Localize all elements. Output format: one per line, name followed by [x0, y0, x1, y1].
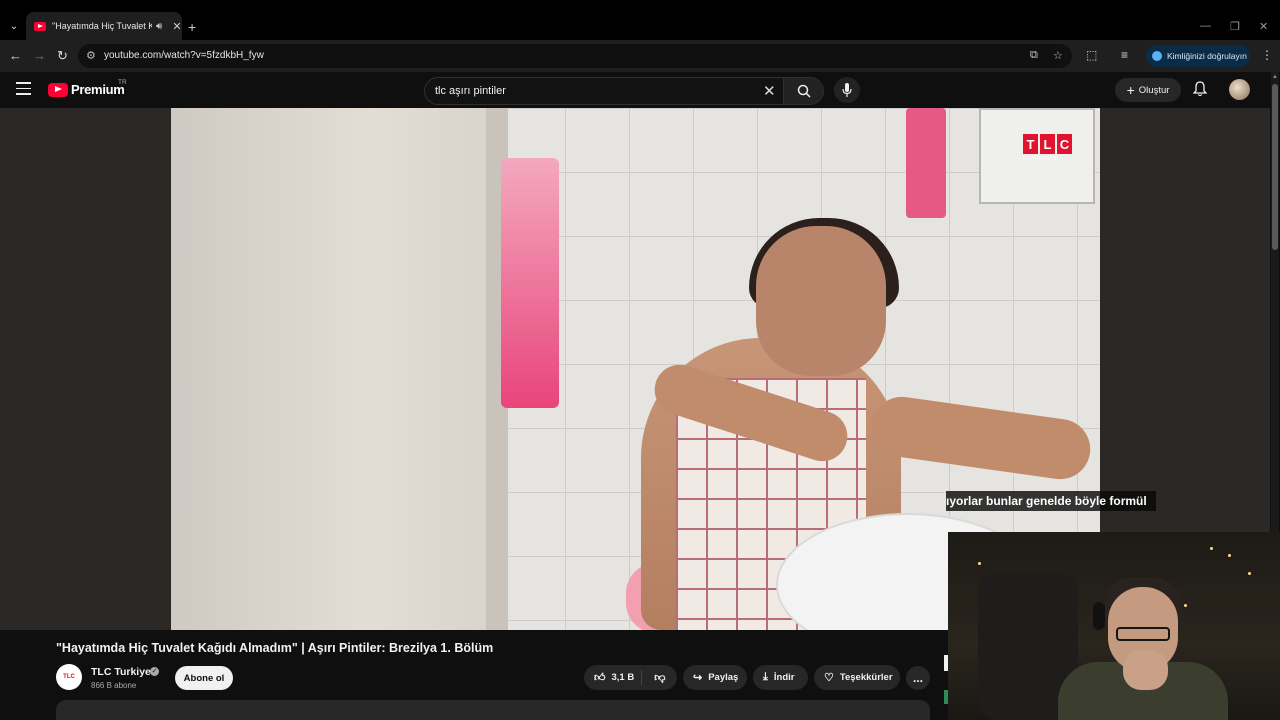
- profile-dot-icon: [1152, 51, 1162, 61]
- channel-name[interactable]: TLC Turkiye: [91, 666, 151, 678]
- side-element-edge: [944, 690, 948, 704]
- clear-search-icon[interactable]: ✕: [763, 82, 776, 100]
- plus-icon: +: [1126, 82, 1135, 98]
- scrollbar-thumb[interactable]: [1272, 84, 1278, 250]
- logo-text: Premium: [71, 82, 125, 97]
- tab-search-chevron-icon[interactable]: ⌄: [6, 18, 22, 34]
- youtube-play-logo-icon: [48, 82, 68, 97]
- subscriber-count: 866 B abone: [91, 681, 137, 690]
- webcam-headset: [1093, 602, 1105, 630]
- youtube-premium-logo[interactable]: Premium TR: [48, 79, 127, 97]
- youtube-favicon-icon: [34, 21, 46, 31]
- like-separator: [641, 670, 642, 685]
- webcam-hands: [1123, 650, 1168, 690]
- thanks-label: Teşekkürler: [839, 672, 893, 683]
- restore-icon[interactable]: ❐: [1230, 20, 1240, 33]
- download-button[interactable]: ⤓ İndir: [753, 665, 808, 690]
- scene-face: [756, 226, 886, 376]
- scene-towel-small: [906, 108, 946, 218]
- verified-check-icon: ✓: [150, 667, 159, 676]
- voice-search-button[interactable]: [834, 77, 860, 103]
- share-button[interactable]: ↪ Paylaş: [683, 665, 747, 690]
- media-control-icon[interactable]: ≡: [1121, 48, 1128, 62]
- user-avatar[interactable]: [1229, 79, 1250, 100]
- verify-label: Kimliğinizi doğrulayın: [1167, 51, 1247, 61]
- browser-tab[interactable]: "Hayatımda Hiç Tuvalet Kağı 🔊︎ ✕: [26, 12, 182, 40]
- scroll-up-icon[interactable]: ▲: [1272, 74, 1278, 80]
- share-label: Paylaş: [708, 672, 739, 683]
- video-caption: ıyorlar bunlar genelde böyle formül: [946, 491, 1156, 511]
- youtube-header: Premium TR tlc aşırı pintiler ✕ + Oluştu…: [0, 72, 1280, 108]
- minimize-icon[interactable]: —: [1200, 20, 1211, 32]
- scene-light: [1248, 572, 1251, 575]
- search-icon: [797, 84, 811, 98]
- forward-icon[interactable]: →: [33, 48, 46, 63]
- mic-icon: [842, 83, 852, 97]
- subscribe-button[interactable]: Abone ol: [175, 666, 233, 690]
- address-bar[interactable]: ⚙︎ youtube.com/watch?v=5fzdkbH_fyw ⧉ ☆: [78, 44, 1072, 68]
- side-element-edge: [944, 655, 948, 671]
- star-icon[interactable]: ☆: [1053, 49, 1063, 62]
- tlc-watermark-logo: T L C: [1023, 134, 1072, 154]
- reload-icon[interactable]: ↻: [57, 48, 68, 64]
- audio-icon[interactable]: 🔊︎: [156, 21, 162, 32]
- notifications-bell-icon[interactable]: [1192, 81, 1208, 102]
- extensions-icon[interactable]: ⬚: [1086, 48, 1097, 62]
- watermark-subtext: TLCTV.COM.TR: [1022, 156, 1059, 162]
- search-box[interactable]: tlc aşırı pintiler ✕: [424, 77, 824, 105]
- scene-light: [1228, 554, 1231, 557]
- share-icon: ↪: [693, 672, 703, 684]
- verify-identity-button[interactable]: Kimliğinizi doğrulayın: [1146, 45, 1250, 67]
- back-icon[interactable]: ←: [9, 48, 22, 63]
- webcam-glasses: [1116, 627, 1170, 641]
- thumbs-down-icon[interactable]: 👎︎: [654, 671, 665, 684]
- search-input[interactable]: tlc aşırı pintiler: [435, 85, 506, 97]
- like-dislike-group: 👍︎ 3,1 B 👎︎: [584, 665, 677, 690]
- thanks-button[interactable]: ♡ Teşekkürler: [814, 665, 900, 690]
- scene-light: [1210, 547, 1213, 550]
- thumbs-up-icon: 👍︎: [594, 672, 606, 684]
- download-label: İndir: [773, 672, 795, 683]
- channel-avatar[interactable]: TLC: [56, 664, 82, 690]
- window-close-icon[interactable]: ✕: [1259, 20, 1268, 33]
- like-count: 3,1 B: [611, 672, 635, 683]
- site-settings-icon[interactable]: ⚙︎: [86, 49, 96, 62]
- thanks-heart-icon: ♡: [824, 672, 834, 684]
- create-label: Oluştur: [1138, 84, 1170, 96]
- like-button[interactable]: 👍︎ 3,1 B: [584, 671, 634, 684]
- country-code: TR: [118, 79, 127, 86]
- browser-tabstrip: ⌄ "Hayatımda Hiç Tuvalet Kağı 🔊︎ ✕ + — ❐…: [0, 0, 1280, 40]
- browser-menu-icon[interactable]: ⋮: [1261, 48, 1273, 62]
- video-title: "Hayatımda Hiç Tuvalet Kağıdı Almadım" |…: [56, 641, 494, 655]
- url-text[interactable]: youtube.com/watch?v=5fzdkbH_fyw: [104, 50, 264, 61]
- install-icon[interactable]: ⧉: [1030, 49, 1038, 62]
- create-button[interactable]: + Oluştur: [1115, 78, 1181, 102]
- more-actions-button[interactable]: ...: [906, 666, 930, 690]
- tab-title: "Hayatımda Hiç Tuvalet Kağı: [52, 21, 152, 31]
- browser-toolbar: ← → ↻ ⚙︎ youtube.com/watch?v=5fzdkbH_fyw…: [0, 40, 1280, 72]
- webcam-overlay: [948, 532, 1280, 720]
- hamburger-icon[interactable]: [16, 82, 31, 95]
- search-button[interactable]: [783, 78, 823, 104]
- scene-light: [1184, 604, 1187, 607]
- description-box[interactable]: [56, 700, 930, 720]
- scene-light: [978, 562, 981, 565]
- new-tab-plus-icon[interactable]: +: [188, 19, 196, 35]
- download-icon: ⤓: [763, 671, 768, 683]
- scene-wall: [171, 108, 501, 630]
- scene-towel: [501, 158, 559, 408]
- close-tab-icon[interactable]: ✕: [172, 20, 181, 33]
